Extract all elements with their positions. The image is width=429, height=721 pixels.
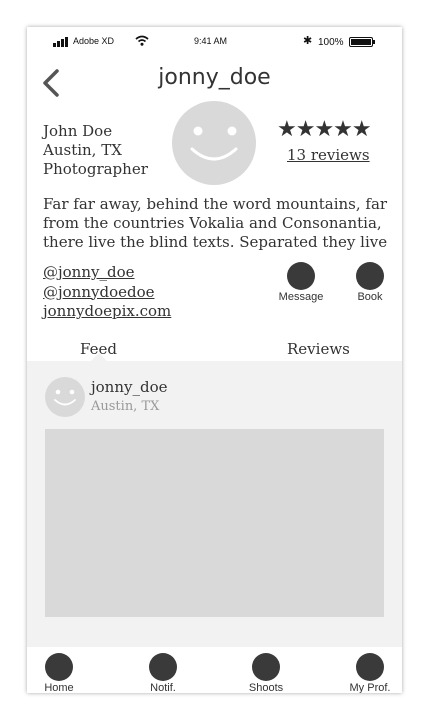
- bottom-nav: Home Notif. Shoots My Prof.: [27, 647, 402, 693]
- post-location: Austin, TX: [91, 399, 160, 414]
- smiley-avatar-icon: [45, 377, 85, 417]
- bell-icon: [149, 653, 177, 681]
- profile-occupation: Photographer: [43, 160, 148, 178]
- instagram-link[interactable]: @jonny_doe: [43, 263, 171, 283]
- nav-shoots[interactable]: Shoots: [236, 653, 296, 693]
- bluetooth-icon: ✱: [303, 35, 313, 47]
- nav-my-profile-label: My Prof.: [349, 682, 391, 693]
- camera-icon: [252, 653, 280, 681]
- book-label: Book: [357, 291, 383, 303]
- reviews-link[interactable]: 13 reviews: [287, 146, 370, 164]
- profile-info: John Doe Austin, TX Photographer: [43, 122, 148, 179]
- book-button[interactable]: Book: [340, 262, 400, 303]
- status-bar: Adobe XD 9:41 AM ✱ 100%: [27, 27, 402, 55]
- twitter-link[interactable]: @jonnydoedoe: [43, 283, 171, 303]
- smiley-avatar-icon: [172, 101, 256, 185]
- tab-reviews[interactable]: Reviews: [287, 340, 350, 358]
- home-icon: [45, 653, 73, 681]
- website-link[interactable]: jonnydoepix.com: [43, 302, 171, 322]
- post-image[interactable]: [45, 429, 384, 617]
- profile-links: @jonny_doe @jonnydoedoe jonnydoepix.com: [43, 263, 171, 322]
- message-icon: [287, 262, 315, 290]
- phone-frame: Adobe XD 9:41 AM ✱ 100% jonny_doe John D…: [27, 27, 402, 693]
- nav-shoots-label: Shoots: [248, 682, 284, 693]
- post-username[interactable]: jonny_doe: [91, 378, 168, 396]
- status-time: 9:41 AM: [194, 36, 228, 46]
- battery-icon: [349, 37, 375, 47]
- feed-section: jonny_doe Austin, TX: [27, 353, 402, 647]
- nav-home-label: Home: [44, 682, 74, 693]
- battery-percent: 100%: [318, 37, 344, 48]
- wifi-icon: [135, 35, 149, 46]
- nav-notifications-label: Notif.: [150, 682, 176, 693]
- page-title: jonny_doe: [158, 65, 271, 90]
- profile-location: Austin, TX: [43, 141, 122, 159]
- rating-stars: ★★★★★: [277, 117, 372, 142]
- active-tab-pointer: [91, 353, 107, 361]
- profile-icon: [356, 653, 384, 681]
- message-label: Message: [278, 291, 324, 303]
- nav-my-profile[interactable]: My Prof.: [340, 653, 400, 693]
- nav-notifications[interactable]: Notif.: [133, 653, 193, 693]
- nav-home[interactable]: Home: [29, 653, 89, 693]
- profile-bio: Far far away, behind the word mountains,…: [43, 195, 388, 251]
- tab-bar: Feed Reviews: [27, 332, 402, 362]
- book-icon: [356, 262, 384, 290]
- message-button[interactable]: Message: [271, 262, 331, 303]
- carrier-name: Adobe XD: [73, 36, 115, 46]
- profile-name: John Doe: [43, 122, 113, 140]
